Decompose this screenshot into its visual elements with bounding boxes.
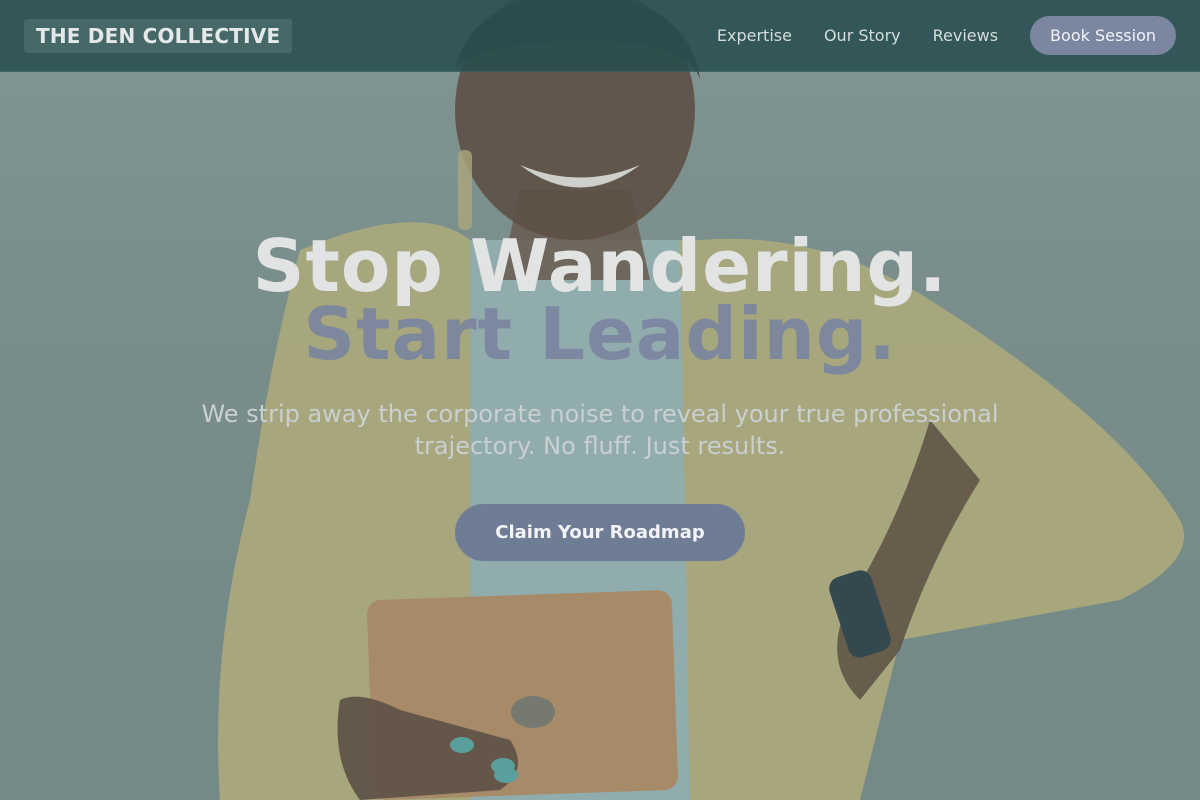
- nav-link-expertise[interactable]: Expertise: [717, 26, 792, 45]
- claim-roadmap-button[interactable]: Claim Your Roadmap: [455, 504, 745, 561]
- hero-section: Stop Wandering. Start Leading. We strip …: [0, 226, 1200, 561]
- book-session-button[interactable]: Book Session: [1030, 16, 1176, 55]
- nav-links: Expertise Our Story Reviews Book Session: [717, 16, 1176, 55]
- hero-headline-secondary: Start Leading.: [303, 292, 897, 376]
- nav-link-our-story[interactable]: Our Story: [824, 26, 901, 45]
- hero-subtext: We strip away the corporate noise to rev…: [201, 400, 999, 460]
- brand-logo[interactable]: THE DEN COLLECTIVE: [24, 18, 293, 53]
- nav-link-reviews[interactable]: Reviews: [933, 26, 998, 45]
- top-navbar: THE DEN COLLECTIVE Expertise Our Story R…: [0, 0, 1200, 72]
